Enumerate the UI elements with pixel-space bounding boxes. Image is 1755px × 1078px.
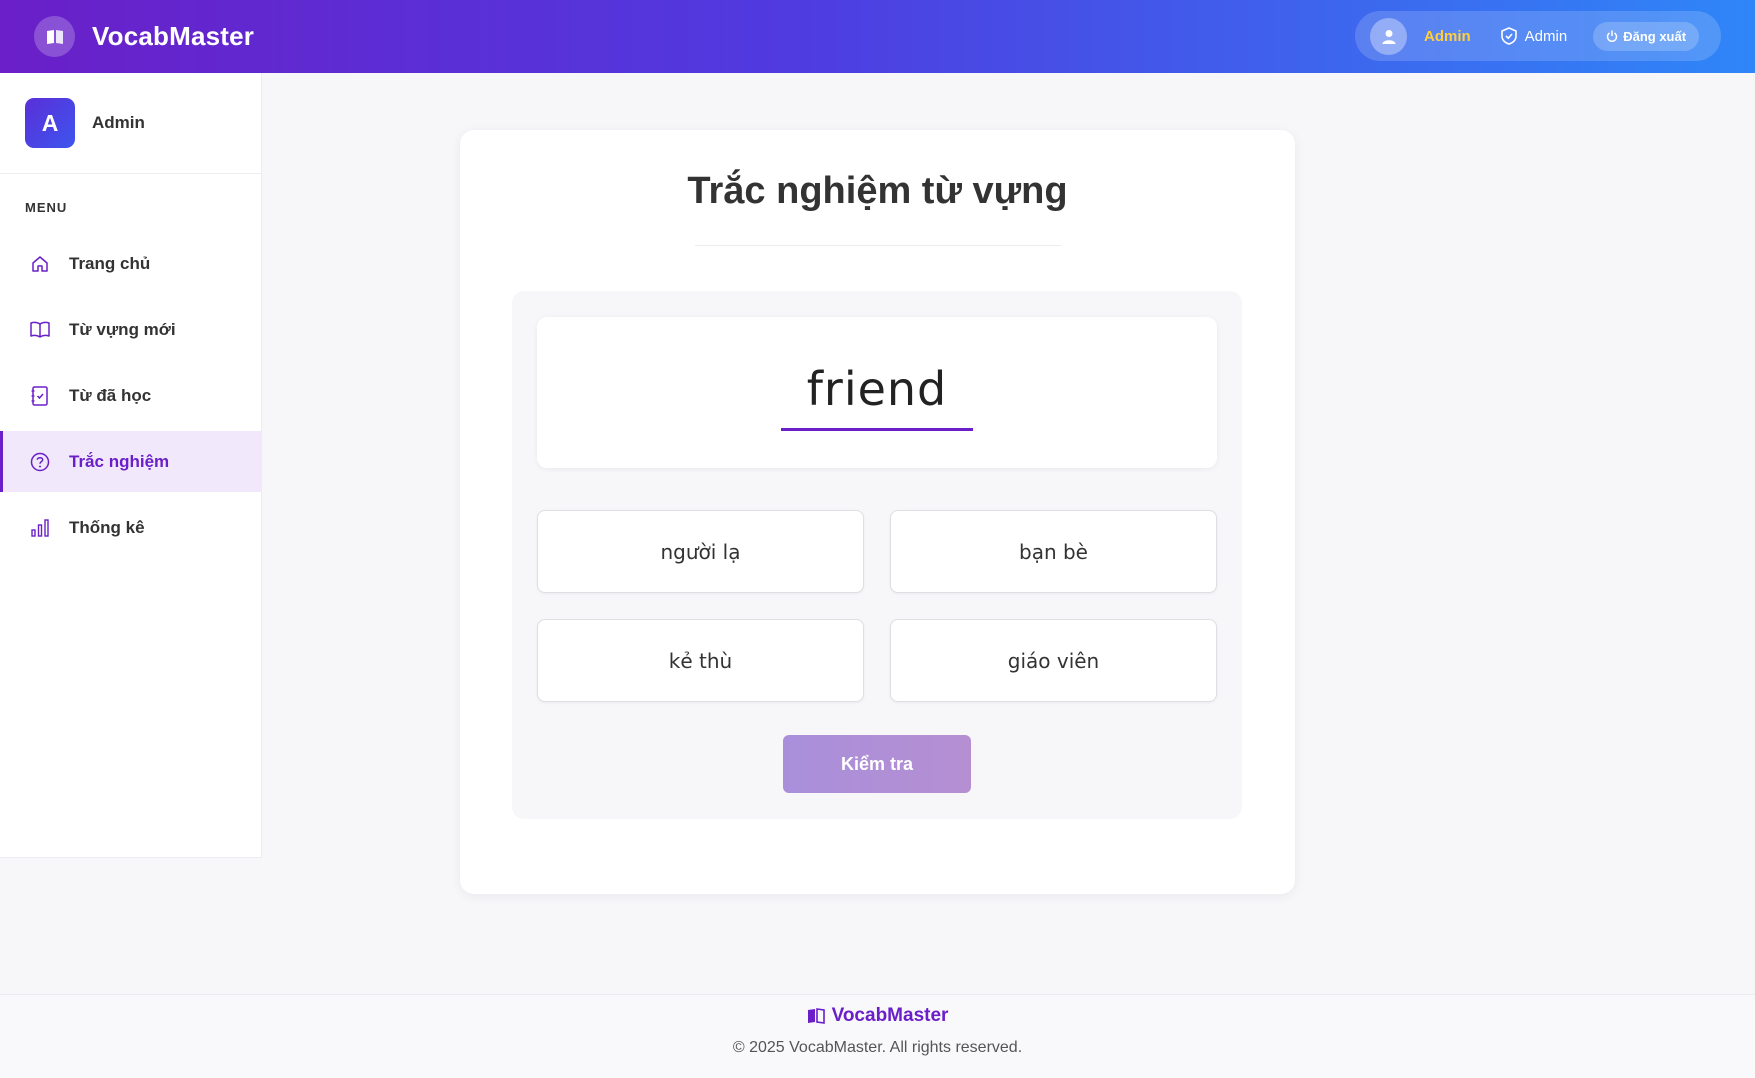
quiz-card: Trắc nghiệm từ vựng friend người lạ bạn … <box>460 130 1295 894</box>
app-title: VocabMaster <box>92 21 255 51</box>
role-label: Admin <box>1524 27 1568 45</box>
answer-option-2[interactable]: bạn bè <box>890 510 1217 593</box>
shield-icon <box>1500 27 1517 45</box>
word-underline <box>781 428 973 431</box>
footer-brand[interactable]: VocabMaster <box>0 1005 1755 1027</box>
sidebar-item-label: Trang chủ <box>69 253 151 273</box>
bar-chart-icon <box>30 518 50 538</box>
book-logo-icon <box>807 1008 825 1024</box>
role-badge: Admin <box>1500 27 1568 45</box>
answer-option-4[interactable]: giáo viên <box>890 619 1217 702</box>
user-menu: Admin Admin Đăng xuất <box>1355 11 1721 61</box>
power-icon <box>1607 30 1618 42</box>
check-button[interactable]: Kiểm tra <box>783 735 971 793</box>
sidebar-item-label: Trắc nghiệm <box>69 451 170 471</box>
header-user-name[interactable]: Admin <box>1424 28 1471 45</box>
user-avatar-icon[interactable] <box>1370 17 1407 55</box>
menu-title: MENU <box>25 200 68 215</box>
sidebar-item-label: Từ đã học <box>69 385 152 405</box>
sidebar-item-learned[interactable]: Từ đã học <box>0 365 261 426</box>
sidebar-user: A Admin <box>0 73 261 174</box>
book-icon <box>30 320 50 340</box>
quiz-panel: friend người lạ bạn bè kẻ thù giáo viên … <box>512 291 1242 819</box>
sidebar-item-new-vocab[interactable]: Từ vựng mới <box>0 299 261 360</box>
checklist-icon <box>30 385 50 406</box>
home-icon <box>30 254 50 274</box>
book-logo-icon <box>34 16 75 57</box>
avatar: A <box>25 98 75 148</box>
sidebar-item-label: Thống kê <box>69 517 145 537</box>
logout-button[interactable]: Đăng xuất <box>1593 21 1700 51</box>
top-header: VocabMaster Admin Admin Đăng xuất <box>0 0 1755 73</box>
quiz-word: friend <box>806 362 948 416</box>
sidebar-item-stats[interactable]: Thống kê <box>0 497 261 558</box>
sidebar-user-name: Admin <box>92 113 145 132</box>
footer-copyright: © 2025 VocabMaster. All rights reserved. <box>732 1039 1023 1056</box>
answer-option-3[interactable]: kẻ thù <box>537 619 864 702</box>
logout-label: Đăng xuất <box>1623 28 1687 44</box>
title-divider <box>694 245 1061 246</box>
sidebar-item-home[interactable]: Trang chủ <box>0 233 261 294</box>
brand[interactable]: VocabMaster <box>34 16 254 57</box>
sidebar-item-quiz[interactable]: Trắc nghiệm <box>0 431 261 492</box>
word-card: friend <box>537 317 1217 468</box>
question-icon <box>30 452 50 472</box>
answer-option-1[interactable]: người lạ <box>537 510 864 593</box>
sidebar: A Admin MENU Trang chủ Từ vựng mới Từ đã… <box>0 73 262 858</box>
sidebar-item-label: Từ vựng mới <box>69 319 176 339</box>
footer-brand-name: VocabMaster <box>831 1005 949 1026</box>
page-title: Trắc nghiệm từ vựng <box>687 170 1068 212</box>
footer: VocabMaster © 2025 VocabMaster. All righ… <box>0 994 1755 1078</box>
